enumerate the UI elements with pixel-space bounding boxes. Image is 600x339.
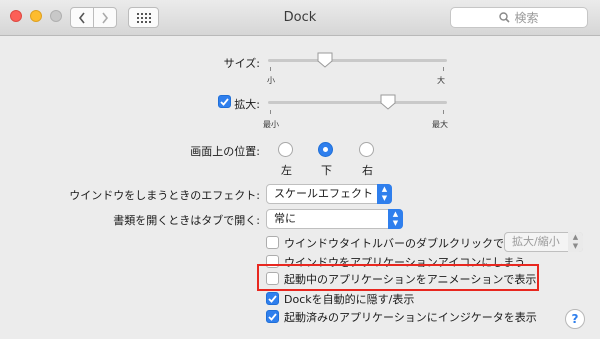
position-right-label: 右 (362, 164, 373, 177)
checkmark-icon (268, 312, 277, 321)
show-indicators-checkbox[interactable] (266, 310, 279, 323)
minimize-effect-popup[interactable]: スケールエフェクト ▲ ▼ (266, 184, 392, 204)
show-indicators-label: 起動済みのアプリケーションにインジケータを表示 (284, 311, 537, 324)
chevron-updown-icon: ▲ ▼ (568, 232, 583, 252)
position-label: 画面上の位置: (190, 145, 260, 158)
magnification-max-label: 最大 (432, 120, 448, 129)
autohide-dock-checkbox[interactable] (266, 292, 279, 305)
magnification-label: 拡大: (234, 98, 260, 111)
titlebar-double-click-popup[interactable]: 拡大/縮小 ▲ ▼ (504, 232, 583, 252)
magnification-tick-min (270, 110, 271, 114)
minimize-effect-value: スケールエフェクト (274, 187, 373, 200)
magnification-checkbox[interactable] (218, 95, 231, 108)
chevron-updown-icon: ▲ ▼ (377, 184, 392, 204)
size-slider-knob[interactable] (316, 52, 334, 68)
help-button[interactable]: ? (565, 309, 585, 329)
help-icon: ? (571, 312, 579, 326)
position-bottom-radio[interactable] (318, 142, 333, 157)
autohide-dock-label: Dockを自動的に隠す/表示 (284, 293, 415, 306)
tabs-pref-popup[interactable]: 常に ▲ ▼ (266, 209, 403, 229)
titlebar-double-click-checkbox[interactable] (266, 236, 279, 249)
size-tick-max (443, 67, 444, 71)
magnification-tick-max (443, 110, 444, 114)
position-left-label: 左 (281, 164, 292, 177)
search-icon (499, 12, 511, 23)
search-placeholder: 検索 (514, 11, 539, 25)
magnification-slider-track (268, 101, 447, 104)
minimize-effect-label: ウインドウをしまうときのエフェクト: (69, 189, 260, 202)
chevron-updown-icon: ▲ ▼ (388, 209, 403, 229)
checkmark-icon (220, 97, 229, 106)
size-slider-track (268, 59, 447, 62)
magnification-min-label: 最小 (263, 120, 279, 129)
highlight-box (257, 264, 539, 291)
position-bottom-label: 下 (321, 164, 332, 177)
position-left-radio[interactable] (278, 142, 293, 157)
size-max-label: 大 (437, 76, 445, 85)
size-tick-min (270, 67, 271, 71)
magnification-slider-knob[interactable] (379, 94, 397, 110)
tabs-pref-value: 常に (274, 212, 296, 225)
checkmark-icon (268, 294, 277, 303)
size-label: サイズ: (223, 57, 260, 70)
search-field[interactable]: 検索 (450, 7, 588, 28)
titlebar-double-click-label: ウインドウタイトルバーのダブルクリックで (284, 237, 504, 250)
size-min-label: 小 (267, 76, 275, 85)
tabs-pref-label: 書類を開くときはタブで開く: (113, 214, 260, 227)
position-right-radio[interactable] (359, 142, 374, 157)
titlebar-double-click-value: 拡大/縮小 (512, 235, 560, 248)
title-bar: Dock 検索 (0, 0, 600, 36)
